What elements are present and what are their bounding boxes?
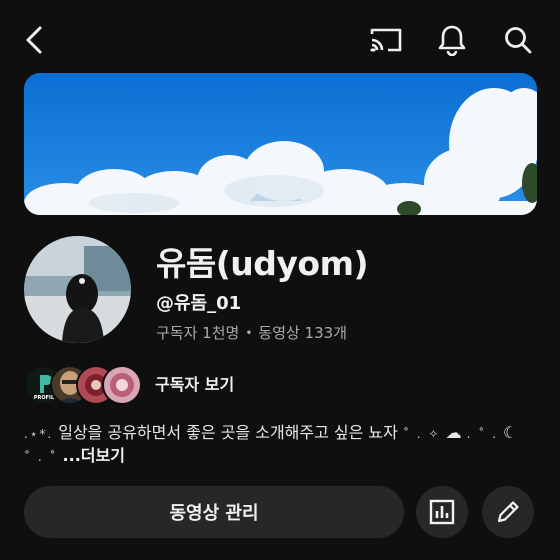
- channel-handle: @유돔_01: [156, 293, 242, 314]
- search-button[interactable]: [496, 18, 540, 62]
- top-bar: [0, 0, 560, 72]
- view-subscribers-link[interactable]: 구독자 보기: [155, 371, 234, 395]
- sparkle-decoration-icon: ˚ . ˚: [24, 450, 58, 464]
- cast-icon: [370, 28, 402, 52]
- avatar-photo: [24, 236, 131, 343]
- channel-description[interactable]: .⋆*. 일상을 공유하면서 좋은 곳을 소개해주고 싶은 뇨자 ˚ . ✧ ☁…: [24, 422, 536, 468]
- edit-channel-button[interactable]: [482, 486, 534, 538]
- sparkle-decoration-icon: .⋆*.: [24, 427, 54, 441]
- banner-sky-image: [24, 73, 537, 215]
- notifications-button[interactable]: [430, 18, 474, 62]
- sparkle-decoration-icon: ˚ . ✧: [402, 427, 441, 441]
- channel-name: 유돔(udyom): [156, 244, 369, 283]
- channel-stats: 구독자 1천명 • 동영상 133개: [156, 322, 347, 343]
- cloud-icon: ☁: [445, 423, 462, 442]
- crescent-moon-icon: ☾: [503, 423, 518, 442]
- channel-avatar[interactable]: [24, 236, 131, 343]
- subscriber-avatars[interactable]: PROFIL: [24, 365, 144, 405]
- description-text: 일상을 공유하면서 좋은 곳을 소개해주고 싶은 뇨자: [58, 423, 398, 442]
- chevron-left-icon: [26, 26, 42, 54]
- cast-button[interactable]: [364, 18, 408, 62]
- video-count: 동영상 133개: [258, 324, 347, 342]
- more-link[interactable]: ...더보기: [63, 446, 125, 465]
- sparkle-decoration-icon: . ˚ .: [466, 427, 498, 441]
- channel-banner: [24, 73, 537, 215]
- bell-icon: [438, 25, 466, 56]
- analytics-button[interactable]: [416, 486, 468, 538]
- subscriber-avatar-text: PROFIL: [34, 395, 55, 401]
- subscriber-avatar: [102, 365, 142, 405]
- subscriber-count: 구독자 1천명: [156, 324, 240, 342]
- pencil-icon: [497, 501, 519, 523]
- search-icon: [505, 27, 532, 54]
- stats-separator: •: [245, 325, 253, 340]
- manage-videos-button[interactable]: 동영상 관리: [24, 486, 404, 538]
- bar-chart-icon: [429, 499, 455, 525]
- back-button[interactable]: [13, 18, 57, 62]
